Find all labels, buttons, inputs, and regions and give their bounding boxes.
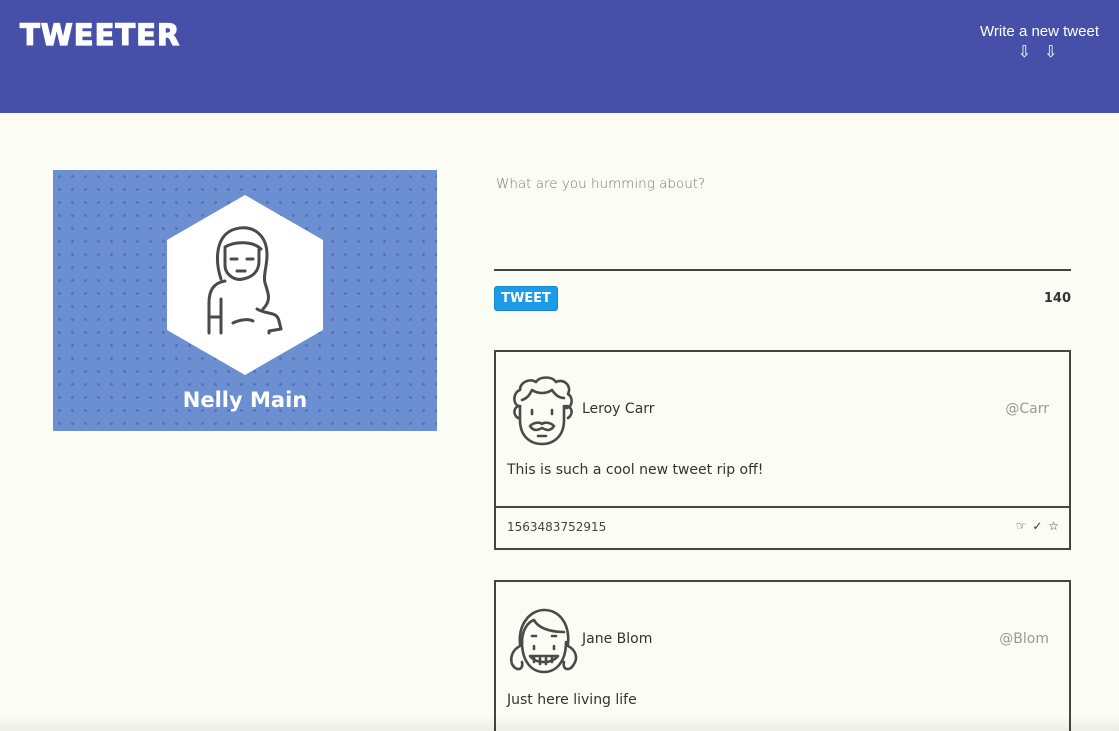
bottom-shadow <box>0 715 1119 731</box>
tweet-card: Jane Blom @Blom Just here living life <box>494 580 1071 731</box>
tweet-author-handle[interactable]: @Carr <box>1005 401 1049 417</box>
write-new-tweet-label[interactable]: Write a new tweet <box>980 23 1099 40</box>
double-down-arrow-icon[interactable]: ⇩ ⇩ <box>980 42 1099 61</box>
tweet-card: Leroy Carr @Carr This is such a cool new… <box>494 350 1071 550</box>
tweet-input[interactable] <box>494 170 1071 271</box>
tweet-button[interactable]: TWEET <box>494 286 558 311</box>
brand-logo[interactable]: TWEETER <box>19 17 180 52</box>
top-nav: TWEETER Write a new tweet ⇩ ⇩ <box>0 0 1119 113</box>
character-counter: 140 <box>1043 291 1071 306</box>
tweet-header: Jane Blom @Blom <box>496 582 1069 692</box>
checkmark-icon[interactable]: ✓ <box>1032 519 1042 533</box>
profile-card: Nelly Main <box>53 170 437 431</box>
girl-avatar-icon <box>509 608 578 674</box>
profile-name: Nelly Main <box>182 388 308 412</box>
tweet-author-name[interactable]: Jane Blom <box>582 631 652 647</box>
tweet-text: This is such a cool new tweet rip off! <box>507 462 764 478</box>
write-new-tweet-toggle[interactable]: Write a new tweet ⇩ ⇩ <box>980 23 1099 61</box>
tweet-actions: ☞ ✓ ☆ <box>1014 519 1059 533</box>
tweet-author-name[interactable]: Leroy Carr <box>582 401 655 417</box>
tweet-footer: 1563483752915 ☞ ✓ ☆ <box>496 506 1069 548</box>
new-tweet-composer: TWEET 140 <box>494 170 1071 311</box>
tweet-author-handle[interactable]: @Blom <box>999 631 1049 647</box>
tweet-timestamp: 1563483752915 <box>507 520 607 534</box>
woman-avatar-icon <box>207 226 283 335</box>
pointing-hand-icon[interactable]: ☞ <box>1016 519 1027 533</box>
curly-man-avatar-icon <box>513 376 573 446</box>
star-icon[interactable]: ☆ <box>1048 519 1059 533</box>
profile-avatar <box>167 195 323 375</box>
tweet-header: Leroy Carr @Carr <box>496 352 1069 462</box>
